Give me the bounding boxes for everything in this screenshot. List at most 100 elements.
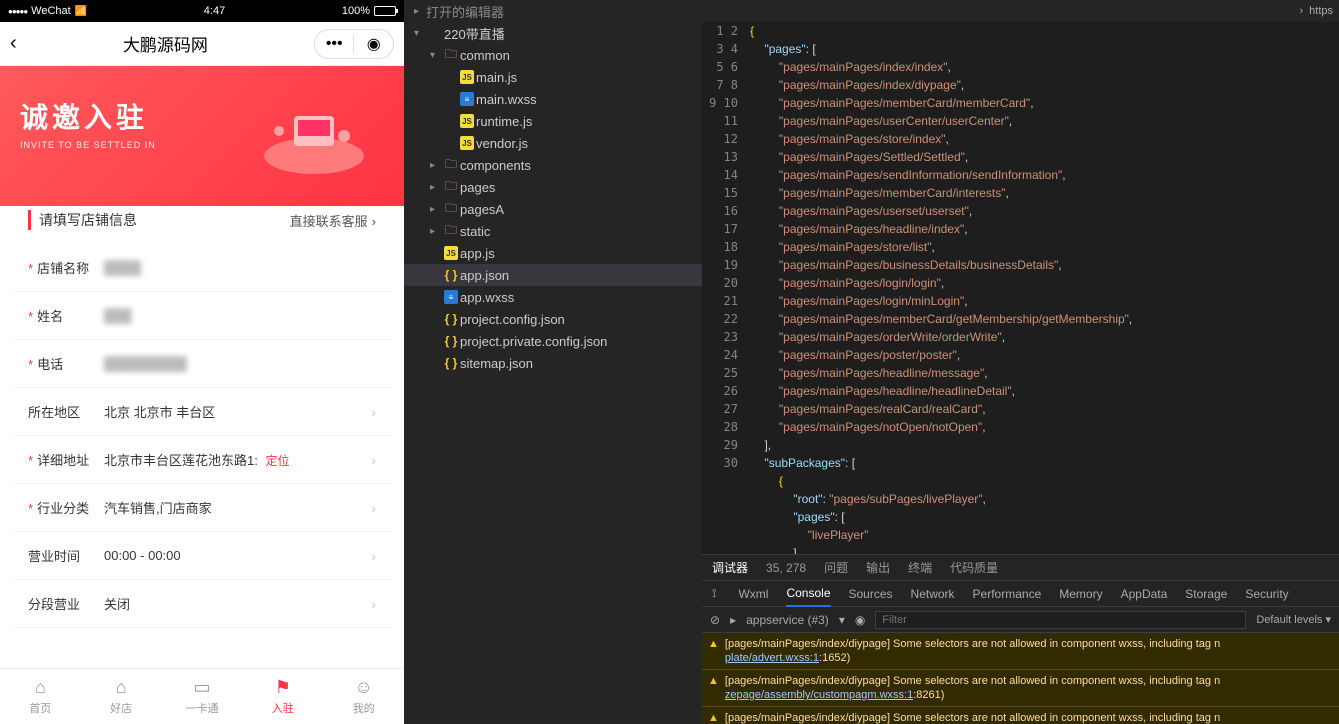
tab-label: 我的 <box>353 700 375 716</box>
clear-console-icon[interactable]: ⊘ <box>710 613 720 627</box>
devtools-subtab-memory[interactable]: Memory <box>1059 587 1102 601</box>
tree-item-label: app.json <box>460 268 509 283</box>
tree-item-vendor.js[interactable]: JSvendor.js <box>404 132 702 154</box>
form-row-6[interactable]: 营业时间00:00 - 00:00› <box>12 532 392 580</box>
devtools-tab-3[interactable]: 输出 <box>866 559 890 576</box>
tree-caret-icon[interactable] <box>430 226 442 237</box>
tree-item-220带直播[interactable]: 220带直播 <box>404 22 702 44</box>
tree-item-sitemap.json[interactable]: { }sitemap.json <box>404 352 702 374</box>
tree-item-static[interactable]: 🗀static <box>404 220 702 242</box>
breadcrumb-arrow[interactable]: › <box>1299 5 1303 17</box>
source-link[interactable]: plate/advert.wxss:1 <box>725 652 819 664</box>
eye-icon[interactable]: ◉ <box>855 613 865 627</box>
tree-item-pages[interactable]: 🗀pages <box>404 176 702 198</box>
context-caret-icon[interactable]: ▾ <box>839 613 845 627</box>
editor-tab-https[interactable]: https <box>1309 5 1333 17</box>
tree-caret-icon[interactable] <box>414 28 426 39</box>
devtools-subtab-network[interactable]: Network <box>911 587 955 601</box>
status-bar: WeChat 4:47 100% <box>0 0 404 22</box>
file-explorer[interactable]: 打开的编辑器 220带直播🗀commonJSmain.js≡main.wxssJ… <box>404 0 702 724</box>
tree-item-project.private.config.json[interactable]: { }project.private.config.json <box>404 330 702 352</box>
log-levels-select[interactable]: Default levels ▾ <box>1256 613 1331 626</box>
form-label: *详细地址 <box>28 450 104 469</box>
wxss-file-icon: ≡ <box>442 290 460 304</box>
tree-caret-icon[interactable] <box>430 50 442 61</box>
devtools-tab-1[interactable]: 35, 278 <box>766 561 806 575</box>
form-value[interactable]: 关闭 <box>104 594 371 613</box>
form-value[interactable]: ███ <box>104 308 376 323</box>
form-value[interactable]: 北京市丰台区莲花池东路1: 定位 <box>104 450 371 469</box>
tabbar-item-我的[interactable]: ☺我的 <box>323 669 404 724</box>
tree-item-app.wxss[interactable]: ≡app.wxss <box>404 286 702 308</box>
form-value[interactable]: █████████ <box>104 356 376 371</box>
form-value[interactable]: 00:00 - 00:00 <box>104 548 371 563</box>
console-warning[interactable]: ▲[pages/mainPages/index/diypage] Some se… <box>702 670 1339 707</box>
form-row-7[interactable]: 分段营业关闭› <box>12 580 392 628</box>
devtools-subtab-sources[interactable]: Sources <box>849 587 893 601</box>
devtools-tab-2[interactable]: 问题 <box>824 559 848 576</box>
tree-item-components[interactable]: 🗀components <box>404 154 702 176</box>
devtools-subtab-appdata[interactable]: AppData <box>1121 587 1168 601</box>
devtools-tab-5[interactable]: 代码质量 <box>950 559 998 576</box>
tab-label: 一卡通 <box>185 700 218 716</box>
tree-caret-icon[interactable] <box>430 182 442 193</box>
json-file-icon: { } <box>442 356 460 370</box>
locate-button[interactable]: 定位 <box>265 454 289 468</box>
line-gutter: 1 2 3 4 5 6 7 8 9 10 11 12 13 14 15 16 1… <box>702 22 750 554</box>
devtools-subtab-storage[interactable]: Storage <box>1185 587 1227 601</box>
form-value[interactable]: 汽车销售,门店商家 <box>104 498 371 517</box>
tabbar-item-好店[interactable]: ⌂好店 <box>81 669 162 724</box>
source-link[interactable]: zepage/assembly/custompagm.wxss:1 <box>725 689 913 701</box>
form-row-0: *店铺名称████ <box>12 244 392 292</box>
code-content[interactable]: { "pages": [ "pages/mainPages/index/inde… <box>750 22 1339 554</box>
tree-item-pagesA[interactable]: 🗀pagesA <box>404 198 702 220</box>
tree-item-common[interactable]: 🗀common <box>404 44 702 66</box>
tree-item-main.wxss[interactable]: ≡main.wxss <box>404 88 702 110</box>
tabbar-item-一卡通[interactable]: ▭一卡通 <box>162 669 243 724</box>
devtools-subtab-wxml[interactable]: Wxml <box>738 587 768 601</box>
devtools-tab-0[interactable]: 调试器 <box>712 559 748 576</box>
form-value[interactable]: ████ <box>104 260 376 275</box>
chevron-right-icon: › <box>371 596 376 612</box>
capsule-menu-icon[interactable]: ••• <box>315 35 354 53</box>
tree-caret-icon[interactable] <box>430 160 442 171</box>
devtools-subtab-console[interactable]: Console <box>786 581 830 607</box>
tree-item-main.js[interactable]: JSmain.js <box>404 66 702 88</box>
warning-text: [pages/mainPages/index/diypage] Some sel… <box>725 711 1333 724</box>
element-picker-icon[interactable]: ⟟ <box>712 586 716 601</box>
nav-bar: ‹ 大鹏源码网 ••• ◉ <box>0 22 404 66</box>
form-label: *电话 <box>28 354 104 373</box>
console-warning[interactable]: ▲[pages/mainPages/index/diypage] Some se… <box>702 633 1339 670</box>
open-editors-header[interactable]: 打开的编辑器 <box>404 0 702 22</box>
devtools-subtab-performance[interactable]: Performance <box>973 587 1042 601</box>
toggle-sidebar-icon[interactable]: ▸ <box>730 613 736 627</box>
console-warning[interactable]: ▲[pages/mainPages/index/diypage] Some se… <box>702 707 1339 724</box>
form-row-3[interactable]: 所在地区北京 北京市 丰台区› <box>12 388 392 436</box>
capsule-button[interactable]: ••• ◉ <box>314 29 394 59</box>
context-select[interactable]: appservice (#3) <box>746 613 829 627</box>
tabbar-item-入驻[interactable]: ⚑入驻 <box>242 669 323 724</box>
back-button[interactable]: ‹ <box>10 32 17 55</box>
devtools-subtab-security[interactable]: Security <box>1245 587 1288 601</box>
tree-item-label: app.js <box>460 246 495 261</box>
tree-caret-icon[interactable] <box>430 204 442 215</box>
devtools-tab-4[interactable]: 终端 <box>908 559 932 576</box>
contact-service-button[interactable]: 直接联系客服 <box>290 211 376 230</box>
filter-input[interactable] <box>875 611 1246 629</box>
tabbar-item-首页[interactable]: ⌂首页 <box>0 669 81 724</box>
chevron-right-icon: › <box>371 548 376 564</box>
devtools-top-tabs: 调试器 35, 278 问题 输出 终端 代码质量 <box>702 555 1339 581</box>
form-value[interactable]: 北京 北京市 丰台区 <box>104 402 371 421</box>
phone-simulator: WeChat 4:47 100% ‹ 大鹏源码网 ••• ◉ 诚邀入驻 INVI… <box>0 0 404 724</box>
tree-item-app.js[interactable]: JSapp.js <box>404 242 702 264</box>
code-area[interactable]: 1 2 3 4 5 6 7 8 9 10 11 12 13 14 15 16 1… <box>702 22 1339 554</box>
tree-item-runtime.js[interactable]: JSruntime.js <box>404 110 702 132</box>
form-row-4[interactable]: *详细地址北京市丰台区莲花池东路1: 定位› <box>12 436 392 484</box>
console-messages[interactable]: ▲ [pages/mainPages/index/diypage] Some se… <box>702 633 1339 724</box>
tab-icon: ⚑ <box>275 677 291 698</box>
tree-item-project.config.json[interactable]: { }project.config.json <box>404 308 702 330</box>
warning-icon: ▲ <box>708 637 719 665</box>
capsule-close-icon[interactable]: ◉ <box>354 34 393 54</box>
tree-item-app.json[interactable]: { }app.json <box>404 264 702 286</box>
form-row-5[interactable]: *行业分类汽车销售,门店商家› <box>12 484 392 532</box>
